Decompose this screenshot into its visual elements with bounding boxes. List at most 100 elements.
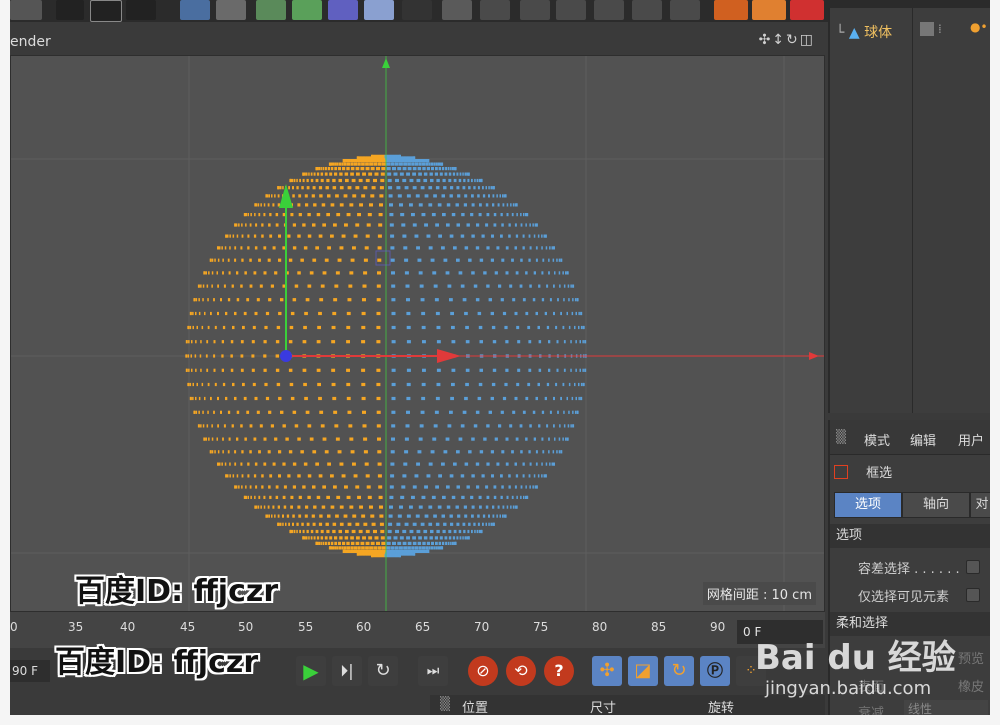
unselected-point <box>571 311 574 316</box>
scale-key-icon[interactable]: ◪ <box>628 656 658 686</box>
selected-point <box>269 495 272 499</box>
unselected-point <box>457 194 461 198</box>
selected-point <box>380 536 385 540</box>
unselected-point <box>502 396 507 401</box>
falloff-dropdown[interactable]: 线性 <box>904 700 988 715</box>
selected-point <box>278 450 282 454</box>
camera-icon[interactable] <box>402 0 432 20</box>
nurbs-icon[interactable] <box>256 0 286 20</box>
render-settings-button[interactable] <box>126 0 156 20</box>
unselected-point <box>430 178 434 183</box>
perspective-viewport[interactable]: 网格间距 : 10 cm <box>10 55 825 612</box>
selected-point <box>331 325 336 330</box>
toolbar-button[interactable] <box>10 0 42 20</box>
selected-point <box>206 368 209 372</box>
tool-icon[interactable] <box>670 0 700 20</box>
selected-point <box>377 234 382 238</box>
unselected-point <box>500 410 504 414</box>
render-view-button[interactable] <box>56 0 84 20</box>
selected-point <box>315 462 319 466</box>
unselected-point <box>546 424 549 428</box>
tool-icon[interactable] <box>556 0 586 20</box>
spline-icon[interactable] <box>216 0 246 20</box>
selected-point <box>346 325 351 330</box>
cube-icon[interactable] <box>180 0 210 20</box>
selected-point <box>376 298 381 302</box>
menu-user[interactable]: 用户 <box>958 430 984 449</box>
unselected-point <box>565 437 567 441</box>
unselected-point <box>389 485 394 489</box>
next-frame-icon[interactable]: ⏵| <box>332 656 362 686</box>
dots-icon[interactable]: ⁞ <box>938 22 942 36</box>
selected-point <box>296 529 298 534</box>
selected-point <box>305 298 310 302</box>
tool-icon[interactable] <box>520 0 550 20</box>
selected-point <box>246 298 250 302</box>
visible-only-checkbox[interactable] <box>966 588 980 602</box>
tolerant-select-checkbox[interactable] <box>966 560 980 574</box>
unselected-point <box>442 213 446 217</box>
rotate-key-icon[interactable]: ↻ <box>664 656 694 686</box>
unselected-point <box>418 162 422 166</box>
object-row-sphere[interactable]: └ ▲ 球体 <box>836 22 892 42</box>
tab-symmetry[interactable]: 对 <box>970 492 990 518</box>
x-icon[interactable] <box>714 0 748 20</box>
unselected-point <box>476 485 480 489</box>
tag-icon[interactable]: ●• <box>970 20 988 34</box>
visibility-icon[interactable] <box>920 22 934 36</box>
loop-icon[interactable]: ↻ <box>368 656 398 686</box>
y-icon[interactable] <box>752 0 786 20</box>
viewport-canvas[interactable] <box>11 56 824 611</box>
selected-point <box>346 396 351 401</box>
unselected-point <box>463 529 466 534</box>
selected-point <box>278 186 280 190</box>
autokey-icon[interactable]: ⟲ <box>506 656 536 686</box>
go-to-end-icon[interactable]: ⏭ <box>418 656 448 686</box>
move-key-icon[interactable]: ✣ <box>592 656 622 686</box>
selected-point <box>316 172 320 176</box>
menu-edit[interactable]: 编辑 <box>910 430 936 449</box>
unselected-point <box>490 396 494 401</box>
render-active-button[interactable] <box>90 0 122 22</box>
selected-point <box>194 354 197 358</box>
unselected-point <box>552 258 555 262</box>
param-key-icon[interactable]: Ⓟ <box>700 656 730 686</box>
deformer-icon[interactable] <box>328 0 358 20</box>
unselected-point <box>419 424 424 428</box>
unselected-point <box>557 410 559 414</box>
selected-point <box>240 284 243 288</box>
selected-point <box>306 522 310 526</box>
unselected-point <box>403 546 407 550</box>
tab-options[interactable]: 选项 <box>834 492 902 518</box>
record-keyframe-icon[interactable]: ⊘ <box>468 656 498 686</box>
unselected-point <box>579 340 581 344</box>
viewport-menu-render[interactable]: ender <box>10 34 51 50</box>
light-icon[interactable] <box>442 0 472 20</box>
selected-point <box>348 424 353 428</box>
z-icon[interactable] <box>790 0 824 20</box>
viewport-nav-icons[interactable]: ✣↕↻◫ <box>759 32 815 48</box>
selected-point <box>267 505 270 509</box>
unselected-point <box>556 450 558 454</box>
unselected-point <box>387 178 392 183</box>
selected-point <box>380 178 385 183</box>
array-icon[interactable] <box>292 0 322 20</box>
tab-axis[interactable]: 轴向 <box>902 492 970 518</box>
unselected-point <box>568 410 570 414</box>
end-frame-field[interactable]: 90 F <box>10 660 50 682</box>
selected-point <box>376 284 381 288</box>
selected-point <box>303 536 305 540</box>
unselected-point <box>548 258 550 262</box>
selected-point <box>342 541 346 545</box>
selected-point <box>282 424 286 428</box>
tool-icon[interactable] <box>480 0 510 20</box>
selected-point <box>205 437 207 441</box>
unselected-point <box>517 368 521 372</box>
keyframe-selection-icon[interactable]: ? <box>544 656 574 686</box>
menu-mode[interactable]: 模式 <box>864 430 890 449</box>
tool-icon[interactable] <box>632 0 662 20</box>
play-icon[interactable]: ▶ <box>296 656 326 686</box>
selected-point <box>282 514 284 518</box>
floor-icon[interactable] <box>364 0 394 20</box>
tool-icon[interactable] <box>594 0 624 20</box>
